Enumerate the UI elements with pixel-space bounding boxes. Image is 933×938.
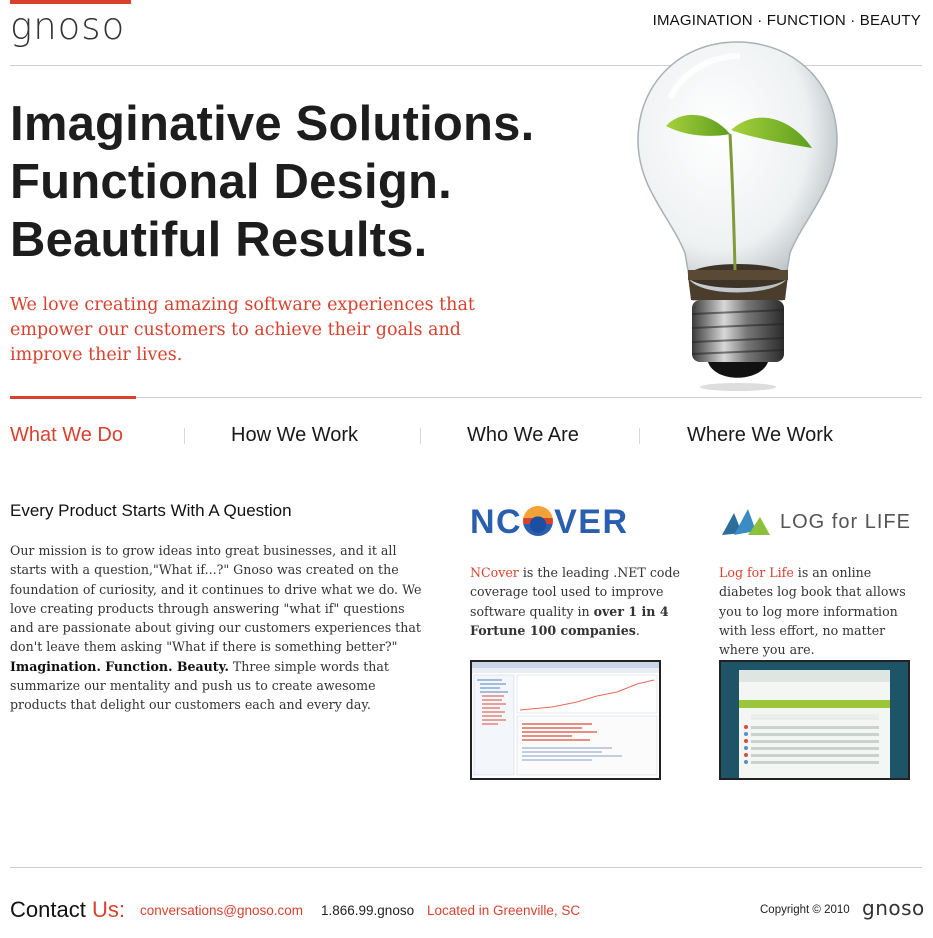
ncover-logo-nc: NC — [470, 503, 523, 541]
log-for-life-description: Log for Life is an online diabetes log b… — [719, 563, 929, 659]
nav-how-we-work[interactable]: How We Work — [231, 424, 358, 447]
nav-separator — [420, 428, 421, 444]
intro-bold-words: Imagination. Function. Beauty. — [10, 658, 229, 674]
hero-headline: Imaginative Solutions. Functional Design… — [10, 95, 534, 269]
log-for-life-icon — [722, 509, 770, 535]
hero-line-3: Beautiful Results. — [10, 213, 428, 267]
log-for-life-screenshot-image — [721, 662, 908, 778]
footer-gnoso-logo: gnoso — [862, 896, 925, 920]
ncover-o-icon — [523, 506, 554, 536]
ncover-logo-ver: VER — [554, 503, 629, 541]
ncover-description: NCover is the leading .NET code coverage… — [470, 563, 680, 640]
ncover-logo[interactable]: NC VER — [470, 505, 629, 539]
footer-email-link[interactable]: conversations@gnoso.com — [140, 903, 303, 918]
nav-divider — [10, 397, 922, 398]
intro-paragraph: Our mission is to grow ideas into great … — [10, 541, 428, 715]
footer-divider — [10, 867, 922, 868]
contact-word: Contact — [10, 897, 86, 922]
hero-line-1: Imaginative Solutions. — [10, 97, 535, 151]
hero-lead-text: We love creating amazing software experi… — [10, 295, 475, 365]
header-tagline: IMAGINATION · FUNCTION · BEAUTY — [652, 12, 921, 29]
copyright-text: Copyright © 2010 — [760, 904, 850, 916]
nav-where-we-work[interactable]: Where We Work — [687, 424, 833, 447]
logo-accent-bar — [10, 0, 131, 4]
log-for-life-logo[interactable]: LOG for LIFE — [720, 505, 910, 546]
footer-phone: 1.866.99.gnoso — [321, 903, 415, 918]
nav-what-we-do[interactable]: What We Do — [10, 424, 123, 447]
log-for-life-link[interactable]: Log for Life — [719, 565, 794, 580]
ncover-link[interactable]: NCover — [470, 565, 519, 580]
ncover-screenshot[interactable] — [470, 660, 661, 780]
contact-us-word: Us: — [91, 897, 125, 922]
log-for-life-wordmark: LOG for LIFE — [780, 511, 911, 533]
nav-separator — [639, 428, 640, 444]
lightbulb-sprout-image — [637, 41, 838, 391]
ncover-text-end: . — [635, 622, 640, 638]
hero-line-2: Functional Design. — [10, 155, 452, 209]
gnoso-logo[interactable]: gnoso — [10, 8, 125, 45]
intro-heading: Every Product Starts With A Question — [10, 501, 292, 520]
nav-who-we-are[interactable]: Who We Are — [467, 424, 579, 447]
nav-active-indicator — [10, 396, 136, 399]
footer-location-link[interactable]: Located in Greenville, SC — [427, 903, 580, 918]
log-for-life-screenshot[interactable] — [719, 660, 910, 780]
nav-separator — [184, 428, 185, 444]
ncover-screenshot-image — [472, 662, 659, 776]
footer-contact-heading: Contact Us: — [10, 897, 125, 923]
intro-text-1: Our mission is to grow ideas into great … — [10, 543, 422, 655]
